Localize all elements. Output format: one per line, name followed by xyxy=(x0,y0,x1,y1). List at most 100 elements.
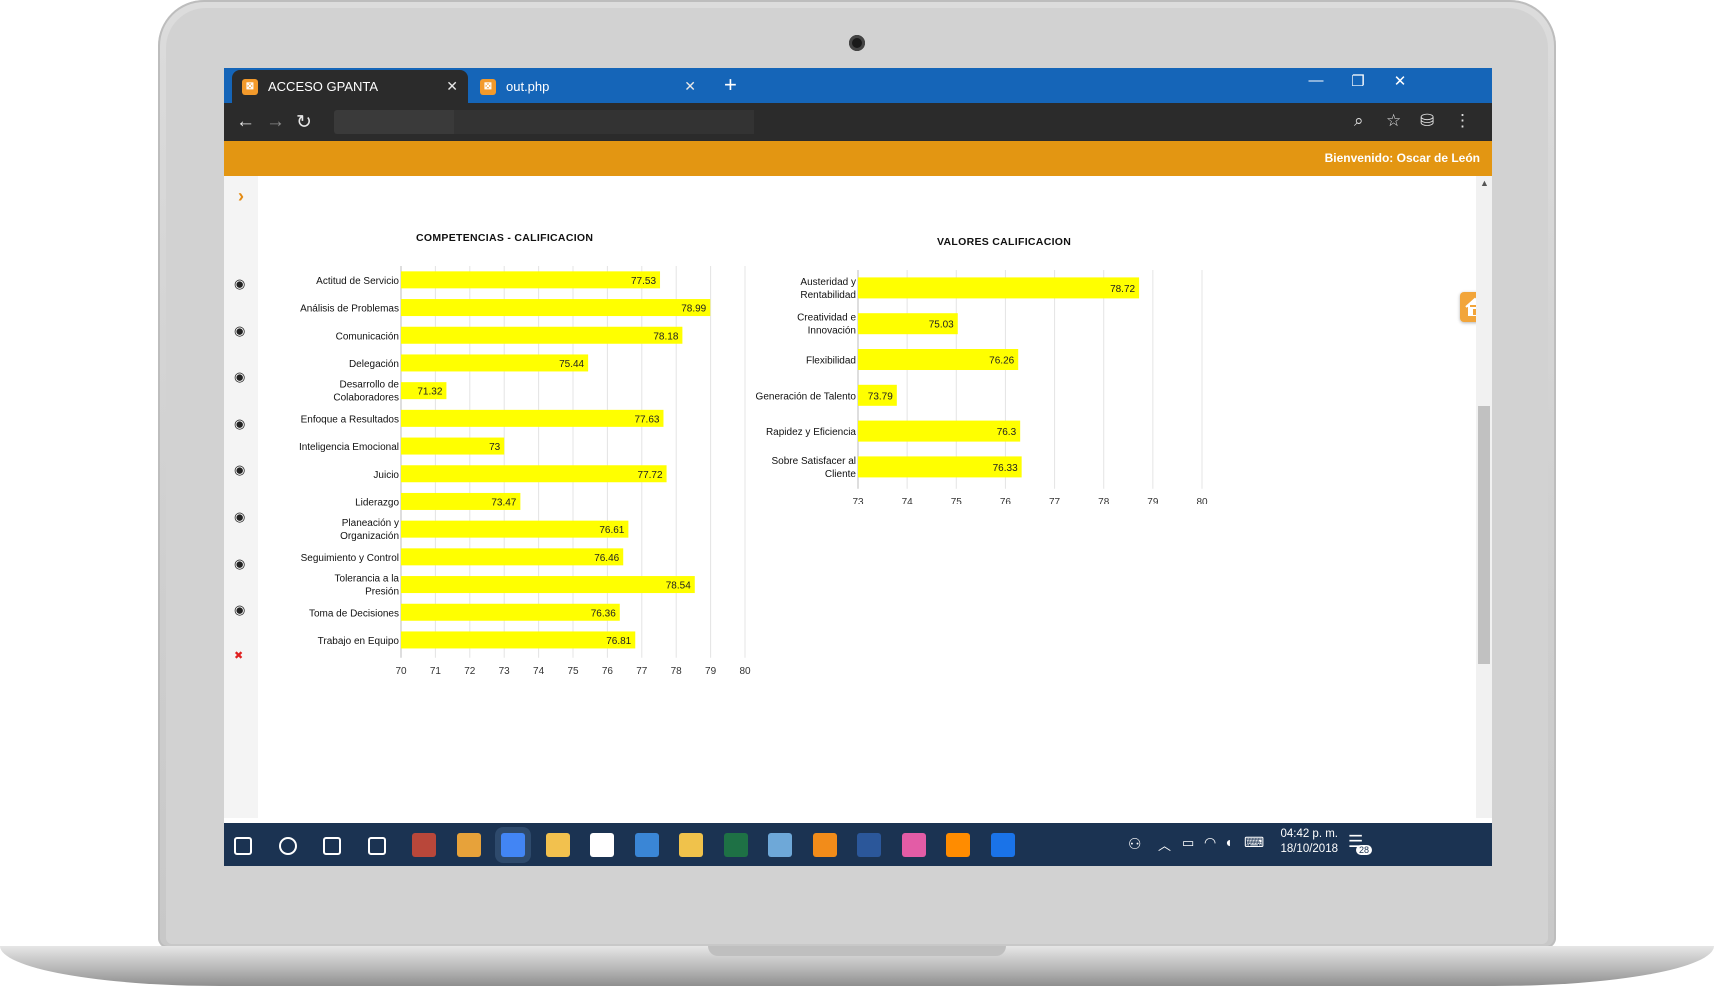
valores-category-label: Flexibilidad xyxy=(806,356,856,367)
valores-value-label: 75.03 xyxy=(929,320,954,331)
competencias-category-label: Planeación y Organización xyxy=(340,518,399,542)
competencias-bar[interactable] xyxy=(401,576,695,594)
app-icon[interactable] xyxy=(456,833,481,857)
eye-icon[interactable]: ◉ xyxy=(234,323,245,339)
wifi-icon[interactable]: ◠ xyxy=(1204,834,1216,851)
new-tab-button[interactable]: + xyxy=(724,72,737,98)
competencias-category-label: Juicio xyxy=(373,470,399,481)
close-icon[interactable]: ✕ xyxy=(684,78,696,95)
valores-category-label: Austeridad y Rentabilidad xyxy=(800,277,856,301)
eye-icon[interactable]: ◉ xyxy=(234,276,245,292)
competencias-category-label: Inteligencia Emocional xyxy=(299,442,399,453)
competencias-bar[interactable] xyxy=(401,271,661,289)
chevron-up-icon[interactable]: ︿ xyxy=(1158,835,1171,854)
competencias-bar[interactable] xyxy=(401,548,624,566)
menu-icon[interactable]: ⋮ xyxy=(1454,111,1471,131)
sticky-notes-icon[interactable] xyxy=(590,833,614,857)
notifications-count: 28 xyxy=(1356,845,1373,855)
welcome-text: Bienvenido: Oscar de León xyxy=(1324,151,1480,165)
competencias-value-label: 73 xyxy=(489,442,501,453)
valores-value-label: 76.26 xyxy=(989,356,1014,367)
restore-button[interactable]: ❐ xyxy=(1338,72,1378,90)
forward-icon[interactable]: → xyxy=(266,111,285,133)
task-view-icon[interactable] xyxy=(323,837,341,855)
competencias-bar[interactable] xyxy=(401,465,667,483)
valores-tick-label: 75 xyxy=(951,497,963,504)
clock-date: 18/10/2018 xyxy=(1280,843,1338,855)
word-icon[interactable] xyxy=(857,833,881,857)
competencias-bar[interactable] xyxy=(401,299,711,317)
competencias-bar[interactable] xyxy=(401,520,629,538)
eye-icon[interactable]: ◉ xyxy=(234,462,245,478)
cortana-icon[interactable] xyxy=(278,837,297,855)
competencias-bar[interactable] xyxy=(401,326,683,344)
competencias-category-label: Comunicación xyxy=(336,331,399,342)
browser-toolbar: ← → ↻ ⌕ ☆ ⛁ ⋮ xyxy=(224,103,1492,141)
competencias-category-label: Análisis de Problemas xyxy=(300,304,399,315)
eye-icon[interactable]: ◉ xyxy=(234,602,245,618)
competencias-tick-label: 79 xyxy=(705,666,717,677)
competencias-category-label: Actitud de Servicio xyxy=(316,276,399,287)
battery-icon[interactable]: ▭ xyxy=(1182,835,1194,851)
eye-icon[interactable]: ◉ xyxy=(234,416,245,432)
reload-icon[interactable]: ↻ xyxy=(296,111,312,134)
valores-value-label: 76.33 xyxy=(993,463,1018,474)
excel-icon[interactable] xyxy=(723,833,748,857)
competencias-bar[interactable] xyxy=(401,603,620,621)
back-icon[interactable]: ← xyxy=(236,111,255,133)
paint-icon[interactable] xyxy=(768,833,792,857)
eye-icon[interactable]: ◉ xyxy=(234,556,245,572)
scroll-up-icon[interactable]: ▲ xyxy=(1480,178,1489,188)
connect-icon[interactable] xyxy=(367,837,386,855)
valores-chart-title: VALORES CALIFICACION xyxy=(937,236,1072,248)
valores-tick-label: 78 xyxy=(1098,497,1110,504)
competencias-value-label: 71.32 xyxy=(417,387,442,398)
chevron-right-icon[interactable]: › xyxy=(238,186,244,207)
laptop-notch xyxy=(708,946,1006,956)
competencias-tick-label: 78 xyxy=(671,666,683,677)
eye-icon[interactable]: ◉ xyxy=(234,369,245,385)
close-icon[interactable]: ✕ xyxy=(446,78,458,95)
valores-value-label: 73.79 xyxy=(868,391,893,402)
incognito-icon[interactable]: ⛁ xyxy=(1420,111,1434,131)
camera xyxy=(849,35,865,51)
sql-icon[interactable] xyxy=(679,833,703,857)
windows-start-icon[interactable] xyxy=(234,837,252,855)
valores-category-label: Creatividad e Innovación xyxy=(797,313,856,337)
star-icon[interactable]: ☆ xyxy=(1386,111,1401,131)
competencias-tick-label: 74 xyxy=(533,666,545,677)
competencias-bar[interactable] xyxy=(401,409,664,427)
competencias-category-label: Delegación xyxy=(349,359,399,370)
itunes-icon[interactable] xyxy=(901,833,926,857)
sidebar: › ◉ ◉ ◉ ◉ ◉ ◉ ◉ ◉ ✖ xyxy=(224,176,258,818)
dolphin-icon[interactable] xyxy=(634,833,659,857)
valores-tick-label: 79 xyxy=(1147,497,1159,504)
competencias-category-label: Trabajo en Equipo xyxy=(318,636,400,647)
competencias-value-label: 77.53 xyxy=(631,276,656,287)
zoom-icon[interactable]: ⌕ xyxy=(1354,111,1364,131)
close-icon[interactable]: ✖ xyxy=(234,649,243,662)
screen: ⊠ ACCESO GPANTA ✕ ⊠ out.php ✕ + — ❐ ✕ ← … xyxy=(224,68,1492,866)
competencias-tick-label: 72 xyxy=(464,666,476,677)
close-window-button[interactable]: ✕ xyxy=(1380,72,1420,90)
chrome-icon[interactable] xyxy=(501,833,525,857)
app-blue-icon[interactable] xyxy=(990,833,1015,857)
eye-icon[interactable]: ◉ xyxy=(234,509,245,525)
competencias-bar[interactable] xyxy=(401,631,636,649)
valores-tick-label: 80 xyxy=(1196,497,1208,504)
clock[interactable]: 04:42 p. m. 18/10/2018 xyxy=(1268,828,1338,855)
people-icon[interactable]: ⚇ xyxy=(1128,835,1141,853)
valores-bar[interactable] xyxy=(858,277,1140,299)
scrollbar[interactable]: ▲ xyxy=(1476,176,1492,818)
scroll-thumb[interactable] xyxy=(1478,406,1490,664)
winrar-icon[interactable] xyxy=(412,833,436,857)
media-player-icon[interactable] xyxy=(946,833,970,857)
minimize-button[interactable]: — xyxy=(1296,72,1336,89)
keyboard-icon[interactable]: ⌨ xyxy=(1244,834,1264,851)
competencias-category-label: Toma de Decisiones xyxy=(309,608,399,619)
sublime-icon[interactable] xyxy=(812,833,837,857)
tab-out-php[interactable]: ⊠ out.php ✕ xyxy=(470,70,706,103)
volume-icon[interactable]: ◖ xyxy=(1224,834,1232,850)
file-explorer-icon[interactable] xyxy=(545,833,570,857)
tab-acceso-gpanta[interactable]: ⊠ ACCESO GPANTA ✕ xyxy=(232,70,468,103)
